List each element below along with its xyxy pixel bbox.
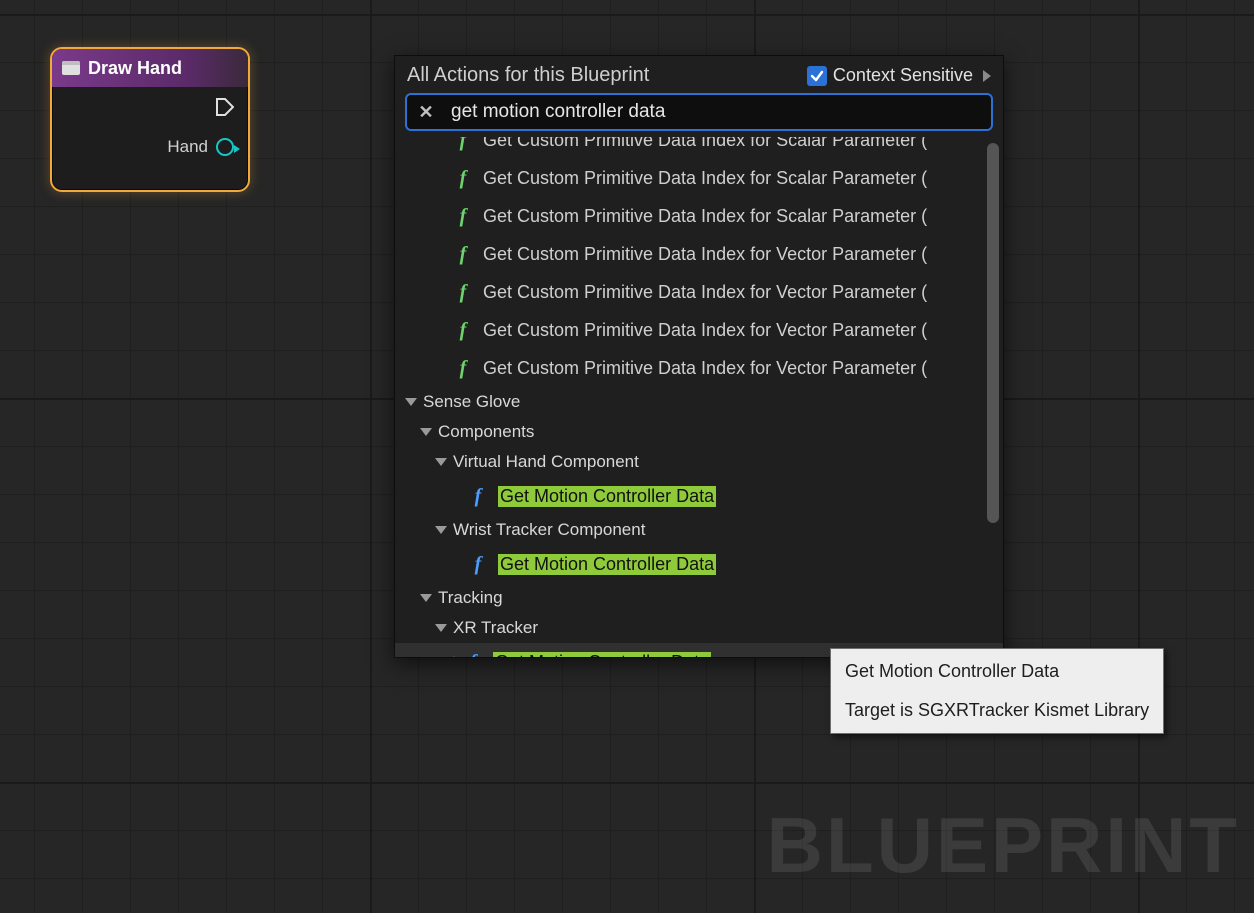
expand-arrow-icon (435, 624, 447, 632)
tooltip-target: Target is SGXRTracker Kismet Library (845, 700, 1149, 721)
function-icon: f (463, 651, 483, 658)
action-search-field[interactable]: ✕ (405, 93, 993, 131)
context-sensitive-toggle[interactable]: Context Sensitive (807, 65, 991, 86)
function-icon: f (453, 205, 473, 228)
category-tracking[interactable]: Tracking (395, 583, 1003, 613)
function-label: Get Custom Primitive Data Index for Scal… (483, 137, 927, 151)
chevron-right-icon (983, 70, 991, 82)
node-title: Draw Hand (88, 58, 182, 79)
function-item[interactable]: f Get Custom Primitive Data Index for Sca… (395, 137, 1003, 159)
scrollbar[interactable] (987, 143, 999, 523)
function-icon: f (468, 485, 488, 508)
function-icon: f (453, 357, 473, 380)
category-label: XR Tracker (453, 618, 538, 638)
category-label: Wrist Tracker Component (453, 520, 645, 540)
context-sensitive-label: Context Sensitive (833, 65, 973, 86)
category-label: Components (438, 422, 534, 442)
function-item[interactable]: f Get Custom Primitive Data Index for Vec… (395, 273, 1003, 311)
function-item[interactable]: f Get Custom Primitive Data Index for Vec… (395, 349, 1003, 387)
node-event-icon (62, 61, 80, 75)
function-icon: f (468, 553, 488, 576)
category-components[interactable]: Components (395, 417, 1003, 447)
category-label: Virtual Hand Component (453, 452, 639, 472)
function-item-get-motion-controller-data[interactable]: f Get Motion Controller Data (395, 545, 1003, 583)
function-label: Get Custom Primitive Data Index for Scal… (483, 206, 927, 227)
function-icon: f (453, 167, 473, 190)
function-item[interactable]: f Get Custom Primitive Data Index for Vec… (395, 311, 1003, 349)
exec-pin-icon (216, 97, 234, 117)
tooltip: Get Motion Controller Data Target is SGX… (830, 648, 1164, 734)
function-item[interactable]: f Get Custom Primitive Data Index for Vec… (395, 235, 1003, 273)
search-input[interactable] (437, 101, 983, 123)
favorite-star-icon[interactable]: ☆ (445, 652, 463, 657)
checkbox-checked-icon (807, 66, 827, 86)
function-icon: f (453, 137, 473, 152)
function-label-match: Get Motion Controller Data (498, 486, 716, 507)
hand-output-pin[interactable]: Hand (167, 137, 234, 157)
function-label-match: Get Motion Controller Data (498, 554, 716, 575)
category-label: Sense Glove (423, 392, 520, 412)
function-item-get-motion-controller-data[interactable]: f Get Motion Controller Data (395, 477, 1003, 515)
category-wrist-tracker-component[interactable]: Wrist Tracker Component (395, 515, 1003, 545)
function-icon: f (453, 281, 473, 304)
clear-search-icon[interactable]: ✕ (415, 101, 437, 123)
tooltip-title: Get Motion Controller Data (845, 661, 1149, 682)
exec-output-pin[interactable] (216, 97, 234, 117)
category-virtual-hand-component[interactable]: Virtual Hand Component (395, 447, 1003, 477)
function-label: Get Custom Primitive Data Index for Vect… (483, 244, 927, 265)
expand-arrow-icon (435, 458, 447, 466)
function-label: Get Custom Primitive Data Index for Vect… (483, 320, 927, 341)
function-label-match: Get Motion Controller Data (493, 652, 711, 658)
function-label: Get Custom Primitive Data Index for Vect… (483, 282, 927, 303)
blueprint-watermark: BLUEPRINT (767, 800, 1240, 891)
function-item[interactable]: f Get Custom Primitive Data Index for Sca… (395, 197, 1003, 235)
category-xr-tracker[interactable]: XR Tracker (395, 613, 1003, 643)
expand-arrow-icon (405, 398, 417, 406)
action-menu-header: All Actions for this Blueprint Context S… (395, 56, 1003, 93)
category-label: Tracking (438, 588, 503, 608)
function-item[interactable]: f Get Custom Primitive Data Index for Sca… (395, 159, 1003, 197)
action-menu-title: All Actions for this Blueprint (407, 64, 649, 87)
draw-hand-node[interactable]: Draw Hand Hand (50, 47, 250, 192)
node-body: Hand (52, 87, 248, 169)
pin-label: Hand (167, 137, 208, 157)
category-sense-glove[interactable]: Sense Glove (395, 387, 1003, 417)
node-header[interactable]: Draw Hand (52, 49, 248, 87)
expand-arrow-icon (420, 594, 432, 602)
action-list[interactable]: f Get Custom Primitive Data Index for Sca… (395, 137, 1003, 657)
function-label: Get Custom Primitive Data Index for Vect… (483, 358, 927, 379)
function-icon: f (453, 243, 473, 266)
function-icon: f (453, 319, 473, 342)
expand-arrow-icon (420, 428, 432, 436)
expand-arrow-icon (435, 526, 447, 534)
blueprint-action-menu: All Actions for this Blueprint Context S… (394, 55, 1004, 658)
struct-pin-icon (216, 138, 234, 156)
function-label: Get Custom Primitive Data Index for Scal… (483, 168, 927, 189)
